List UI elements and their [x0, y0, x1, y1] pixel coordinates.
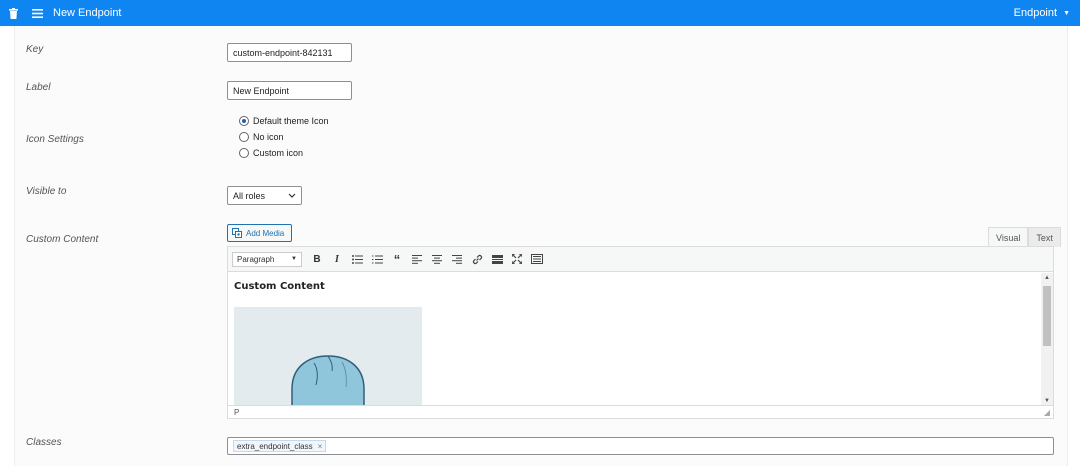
class-tag-label: extra_endpoint_class — [237, 441, 313, 451]
content-image[interactable] — [234, 307, 422, 406]
hamburger-menu-icon[interactable] — [28, 0, 46, 26]
page-title: New Endpoint — [53, 7, 122, 19]
link-icon[interactable] — [467, 249, 487, 269]
radio-label: No icon — [253, 132, 284, 142]
add-media-button[interactable]: Add Media — [227, 224, 292, 242]
custom-content-label: Custom Content — [26, 234, 99, 245]
endpoint-form: Key custom-endpoint-842131 Label New End… — [14, 26, 1068, 466]
blockquote-icon[interactable]: “ — [387, 249, 407, 269]
format-value: Paragraph — [237, 254, 275, 264]
editor-tabs: Visual Text — [988, 227, 1061, 247]
radio-button-checked[interactable] — [239, 116, 249, 126]
element-path[interactable]: P — [234, 408, 239, 417]
editor-toolbar: Paragraph ▼ B I “ — [228, 247, 1053, 272]
add-media-label: Add Media — [246, 228, 285, 238]
visible-to-label: Visible to — [26, 186, 67, 197]
editor-statusbar: P ◢ — [228, 405, 1053, 418]
icon-settings-label: Icon Settings — [26, 134, 84, 145]
caret-down-icon: ▼ — [291, 256, 297, 262]
tab-text[interactable]: Text — [1028, 227, 1061, 247]
trash-icon[interactable] — [0, 0, 26, 26]
key-label: Key — [26, 44, 44, 55]
remove-tag-icon[interactable]: × — [318, 442, 323, 451]
read-more-icon[interactable] — [487, 249, 507, 269]
endpoint-dropdown[interactable]: Endpoint ▼ — [1014, 7, 1080, 19]
class-tag: extra_endpoint_class × — [233, 440, 327, 452]
classes-label: Classes — [26, 437, 62, 448]
content-editor: Paragraph ▼ B I “ Custom Content ▲ ▼ P ◢ — [227, 246, 1054, 419]
radio-custom-icon[interactable]: Custom icon — [239, 148, 303, 158]
radio-button[interactable] — [239, 132, 249, 142]
label-label: Label — [26, 82, 51, 93]
key-input[interactable]: custom-endpoint-842131 — [227, 43, 352, 62]
endpoint-dropdown-label: Endpoint — [1013, 7, 1058, 19]
editor-scrollbar[interactable]: ▲ ▼ — [1041, 273, 1053, 406]
editor-content[interactable]: Custom Content — [228, 273, 1040, 406]
fullscreen-icon[interactable] — [507, 249, 527, 269]
radio-button[interactable] — [239, 148, 249, 158]
align-left-icon[interactable] — [407, 249, 427, 269]
visible-to-select[interactable]: All roles — [227, 186, 302, 205]
scroll-down-icon[interactable]: ▼ — [1044, 398, 1050, 404]
content-heading: Custom Content — [234, 281, 325, 292]
beanie-image — [234, 307, 422, 406]
scroll-thumb[interactable] — [1043, 286, 1051, 346]
toolbar-toggle-icon[interactable] — [527, 249, 547, 269]
tab-visual[interactable]: Visual — [988, 227, 1029, 247]
radio-label: Default theme Icon — [253, 116, 329, 126]
bullet-list-icon[interactable] — [347, 249, 367, 269]
numbered-list-icon[interactable] — [367, 249, 387, 269]
radio-label: Custom icon — [253, 148, 304, 158]
bold-icon[interactable]: B — [307, 249, 327, 269]
radio-default-theme-icon[interactable]: Default theme Icon — [239, 116, 329, 126]
resize-handle-icon[interactable]: ◢ — [1044, 408, 1050, 417]
italic-icon[interactable]: I — [327, 249, 347, 269]
visible-to-value: All roles — [233, 190, 266, 201]
top-bar: New Endpoint Endpoint ▼ — [0, 0, 1080, 26]
label-input[interactable]: New Endpoint — [227, 81, 352, 100]
align-center-icon[interactable] — [427, 249, 447, 269]
radio-no-icon[interactable]: No icon — [239, 132, 284, 142]
chevron-down-icon — [288, 193, 296, 198]
scroll-up-icon[interactable]: ▲ — [1044, 275, 1050, 281]
add-media-icon — [232, 228, 242, 238]
format-select[interactable]: Paragraph ▼ — [232, 251, 302, 267]
caret-down-icon: ▼ — [1063, 9, 1070, 17]
classes-input[interactable]: extra_endpoint_class × — [227, 437, 1054, 455]
align-right-icon[interactable] — [447, 249, 467, 269]
